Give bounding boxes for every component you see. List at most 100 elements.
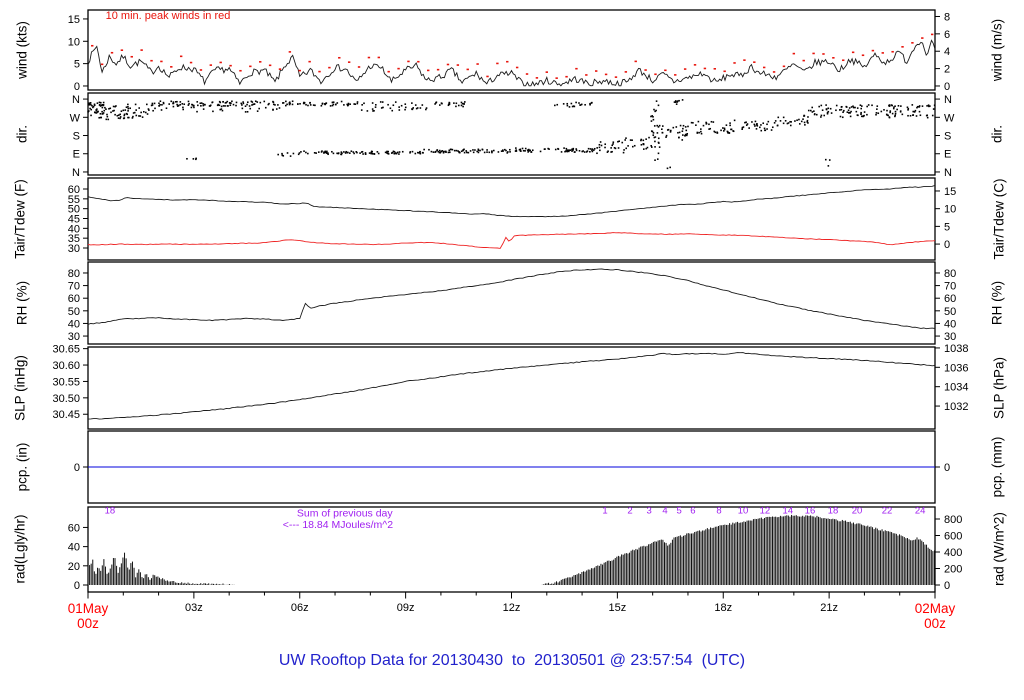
svg-text:2: 2 xyxy=(944,64,950,76)
svg-text:10: 10 xyxy=(738,506,749,517)
svg-text:40: 40 xyxy=(944,318,956,330)
y-axis-label-left-temp: Tair/Tdew (F) xyxy=(12,179,28,259)
svg-text:60: 60 xyxy=(944,293,956,305)
svg-text:30: 30 xyxy=(944,331,956,343)
svg-text:1: 1 xyxy=(602,506,607,517)
svg-text:12z: 12z xyxy=(503,602,521,614)
weather-chart-canvas: 1510508642010 min. peak winds in redNWSE… xyxy=(52,9,968,614)
svg-text:600: 600 xyxy=(944,531,962,543)
y-axis-label-left-pcp: pcp. (in) xyxy=(14,442,30,492)
svg-text:N: N xyxy=(72,167,80,179)
svg-text:80: 80 xyxy=(68,268,80,280)
x-axis-end-date: 02May 00z xyxy=(915,601,956,631)
svg-text:S: S xyxy=(73,131,80,143)
svg-text:30.60: 30.60 xyxy=(52,360,80,372)
svg-text:E: E xyxy=(944,149,951,161)
y-axis-label-right-rh: RH (%) xyxy=(989,280,1005,326)
svg-text:1036: 1036 xyxy=(944,362,968,374)
svg-text:30: 30 xyxy=(68,243,80,255)
end-date-line1: 02May xyxy=(914,601,956,616)
svg-text:30.65: 30.65 xyxy=(52,344,80,356)
svg-text:S: S xyxy=(944,131,951,143)
end-date-line2: 00z xyxy=(924,616,946,631)
svg-text:10 min. peak winds in red: 10 min. peak winds in red xyxy=(106,10,231,22)
svg-text:0: 0 xyxy=(944,462,950,474)
svg-text:1034: 1034 xyxy=(944,382,968,394)
start-date-line1: 01May xyxy=(67,601,109,616)
y-axis-label-right-pcp: pcp. (mm) xyxy=(989,436,1005,498)
svg-text:0: 0 xyxy=(944,239,950,251)
svg-text:<--- 18.84 MJoules/m^2: <--- 18.84 MJoules/m^2 xyxy=(283,519,393,531)
svg-text:5: 5 xyxy=(74,59,80,71)
svg-text:4: 4 xyxy=(944,46,950,58)
svg-text:50: 50 xyxy=(944,306,956,318)
svg-text:0: 0 xyxy=(944,580,950,592)
svg-text:N: N xyxy=(72,94,80,106)
svg-text:W: W xyxy=(944,112,955,124)
svg-text:21z: 21z xyxy=(820,602,838,614)
svg-text:20: 20 xyxy=(68,561,80,573)
svg-text:70: 70 xyxy=(68,281,80,293)
y-axis-label-left-dir: dir. xyxy=(14,124,30,144)
svg-text:15z: 15z xyxy=(609,602,627,614)
y-axis-label-right-slp: SLP (hPa) xyxy=(991,356,1007,420)
y-axis-label-right-temp: Tair/Tdew (C) xyxy=(991,178,1007,260)
svg-text:0: 0 xyxy=(74,462,80,474)
svg-text:4: 4 xyxy=(662,506,667,517)
svg-text:22: 22 xyxy=(882,506,893,517)
svg-text:40: 40 xyxy=(68,542,80,554)
y-axis-label-left-rh: RH (%) xyxy=(14,280,30,326)
svg-text:0: 0 xyxy=(74,580,80,592)
svg-text:30.45: 30.45 xyxy=(52,409,80,421)
y-axis-label-right-dir: dir. xyxy=(989,124,1005,144)
y-axis-label-right-wind: wind (m/s) xyxy=(989,18,1005,82)
svg-text:15: 15 xyxy=(944,186,956,198)
svg-text:6: 6 xyxy=(690,506,695,517)
svg-text:N: N xyxy=(944,94,952,106)
svg-text:10: 10 xyxy=(68,36,80,48)
svg-text:W: W xyxy=(70,112,81,124)
x-axis-start-date: 01May 00z xyxy=(68,601,109,631)
svg-text:12: 12 xyxy=(760,506,771,517)
y-axis-label-left-slp: SLP (inHg) xyxy=(12,355,28,421)
svg-text:15: 15 xyxy=(68,14,80,26)
svg-text:06z: 06z xyxy=(291,602,309,614)
y-axis-label-left-wind: wind (kts) xyxy=(14,21,30,79)
svg-text:5: 5 xyxy=(676,506,681,517)
svg-text:60: 60 xyxy=(68,293,80,305)
svg-text:20: 20 xyxy=(852,506,863,517)
svg-text:30: 30 xyxy=(68,331,80,343)
y-axis-label-right-rad: rad (W/m^2) xyxy=(991,512,1007,586)
svg-text:18z: 18z xyxy=(714,602,732,614)
svg-text:09z: 09z xyxy=(397,602,415,614)
svg-text:03z: 03z xyxy=(185,602,203,614)
svg-text:16: 16 xyxy=(805,506,816,517)
svg-text:18: 18 xyxy=(105,506,116,517)
svg-text:1032: 1032 xyxy=(944,401,968,413)
svg-text:0: 0 xyxy=(74,81,80,93)
chart-title: UW Rooftop Data for 20130430 to 20130501… xyxy=(278,652,746,669)
svg-text:30.55: 30.55 xyxy=(52,376,80,388)
svg-text:24: 24 xyxy=(915,506,926,517)
svg-text:1038: 1038 xyxy=(944,343,968,355)
svg-text:50: 50 xyxy=(68,306,80,318)
svg-text:5: 5 xyxy=(944,221,950,233)
svg-text:70: 70 xyxy=(944,281,956,293)
svg-text:200: 200 xyxy=(944,563,962,575)
svg-text:800: 800 xyxy=(944,514,962,526)
svg-text:E: E xyxy=(73,149,80,161)
svg-text:400: 400 xyxy=(944,547,962,559)
svg-text:80: 80 xyxy=(944,268,956,280)
svg-text:10: 10 xyxy=(944,204,956,216)
svg-text:18: 18 xyxy=(828,506,839,517)
svg-text:40: 40 xyxy=(68,318,80,330)
start-date-line2: 00z xyxy=(77,616,99,631)
svg-text:Sum of previous day: Sum of previous day xyxy=(297,507,393,519)
svg-text:8: 8 xyxy=(944,11,950,23)
svg-text:8: 8 xyxy=(716,506,721,517)
svg-text:14: 14 xyxy=(783,506,794,517)
svg-text:30.50: 30.50 xyxy=(52,393,80,405)
y-axis-label-left-rad: rad(Lgly/hr) xyxy=(12,514,28,584)
weather-station-plot-page: 15 10 5 0 8 6 4 2 0 10 min. peak winds in red N W S E… xyxy=(0,0,1024,700)
svg-text:0: 0 xyxy=(944,81,950,93)
